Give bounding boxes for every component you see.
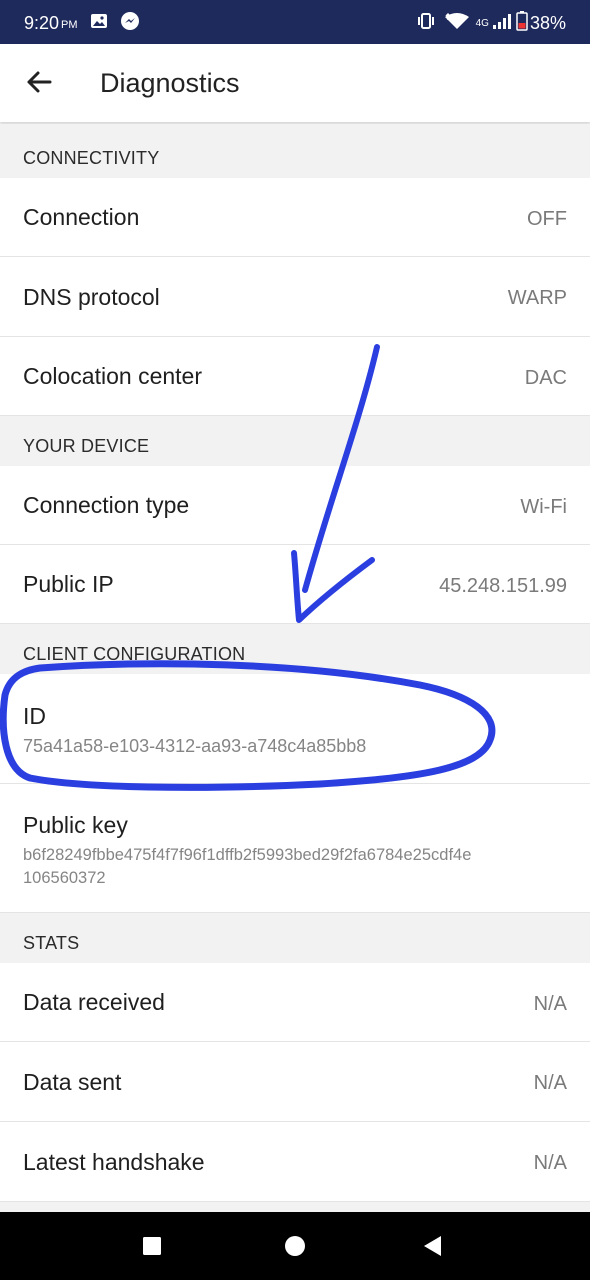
row-label: Connection type <box>23 492 190 518</box>
row-subvalue-line2: 106560372 <box>23 869 106 887</box>
section-title: CLIENT CONFIGURATION <box>23 644 246 664</box>
page-title: Diagnostics <box>100 68 240 98</box>
row-data-sent: Data sent N/A <box>0 1042 590 1122</box>
app-bar: Diagnostics <box>0 44 590 122</box>
signal-icon <box>492 13 512 34</box>
row-label: Colocation center <box>23 363 202 389</box>
row-value: DAC <box>524 367 567 389</box>
gallery-icon <box>90 12 108 35</box>
row-value: WARP <box>507 287 567 309</box>
recents-button[interactable] <box>137 1231 167 1261</box>
back-nav-button[interactable] <box>418 1231 448 1261</box>
row-public-key: Public key b6f28249fbbe475f4f7f96f1dffb2… <box>0 784 590 913</box>
battery-percent: 38% <box>529 13 566 33</box>
recents-icon <box>143 1237 161 1255</box>
status-time: 9:20 <box>24 13 60 33</box>
row-value: N/A <box>533 1072 567 1094</box>
row-value: 45.248.151.99 <box>439 575 567 597</box>
section-header-connectivity: CONNECTIVITY <box>0 124 590 178</box>
messenger-icon <box>120 11 140 36</box>
battery-icon <box>516 11 528 36</box>
section-header-your-device: YOUR DEVICE <box>0 416 590 466</box>
row-connection: Connection OFF <box>0 178 590 257</box>
network-type: 4G <box>475 18 489 29</box>
row-label: Public IP <box>23 571 114 597</box>
row-label: ID <box>23 703 46 729</box>
back-triangle-icon <box>424 1236 441 1256</box>
status-bar: 9:20 PM 4G 38% <box>0 0 590 44</box>
row-connection-type: Connection type Wi-Fi <box>0 466 590 545</box>
back-button[interactable] <box>18 61 60 103</box>
system-nav-bar <box>0 1212 590 1280</box>
row-latest-handshake: Latest handshake N/A <box>0 1122 590 1202</box>
status-ampm: PM <box>61 19 78 31</box>
home-button[interactable] <box>280 1231 310 1261</box>
home-icon <box>285 1236 305 1256</box>
row-value: Wi-Fi <box>520 496 567 518</box>
row-subvalue-line1: b6f28249fbbe475f4f7f96f1dffb2f5993bed29f… <box>23 846 472 864</box>
row-label: Data sent <box>23 1069 122 1095</box>
row-client-id: ID 75a41a58-e103-4312-aa93-a748c4a85bb8 <box>0 674 590 784</box>
row-label: DNS protocol <box>23 284 160 310</box>
section-title: STATS <box>23 933 80 953</box>
row-data-received: Data received N/A <box>0 963 590 1042</box>
row-label: Public key <box>23 812 128 838</box>
row-value: N/A <box>533 993 567 1015</box>
row-label: Connection <box>23 204 140 230</box>
row-dns-protocol: DNS protocol WARP <box>0 257 590 337</box>
row-label: Data received <box>23 989 165 1015</box>
wifi-icon <box>444 12 470 35</box>
row-value: OFF <box>527 208 567 230</box>
row-public-ip: Public IP 45.248.151.99 <box>0 545 590 624</box>
section-header-client-configuration: CLIENT CONFIGURATION <box>0 624 590 674</box>
vibrate-icon <box>416 12 436 35</box>
section-header-stats: STATS <box>0 913 590 963</box>
row-subvalue: 75a41a58-e103-4312-aa93-a748c4a85bb8 <box>23 736 367 756</box>
section-title: YOUR DEVICE <box>23 436 150 456</box>
row-value: N/A <box>533 1152 567 1174</box>
row-colocation-center: Colocation center DAC <box>0 337 590 416</box>
row-label: Latest handshake <box>23 1149 205 1175</box>
section-title: CONNECTIVITY <box>23 148 160 168</box>
arrow-back-icon <box>18 71 60 107</box>
